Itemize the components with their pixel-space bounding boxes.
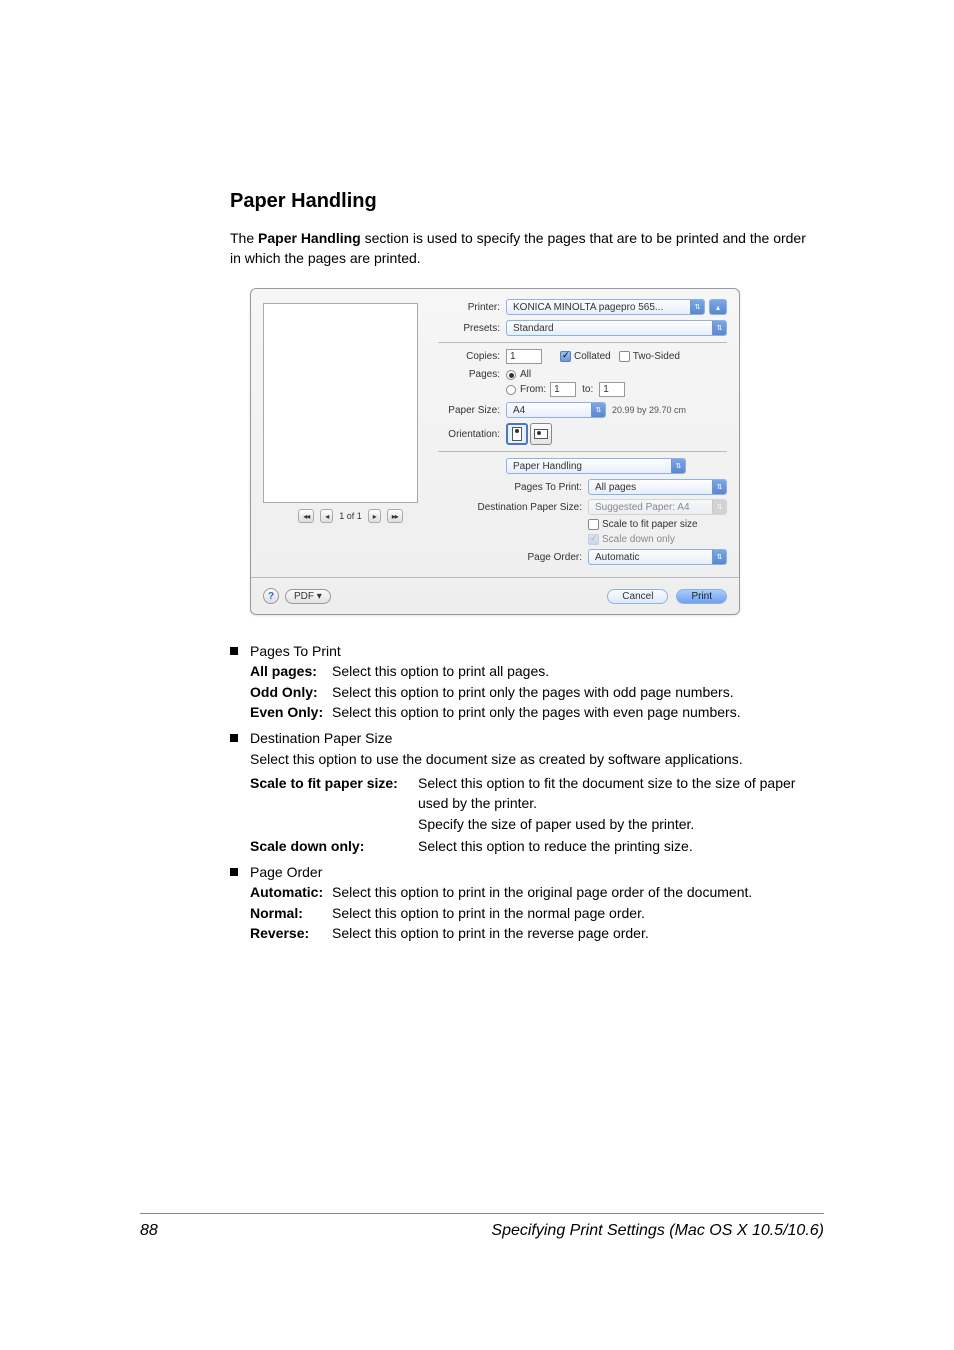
allpages-desc: Select this option to print all pages. (332, 661, 814, 681)
nav-first-button[interactable]: ◂◂ (298, 509, 314, 523)
ptp-title: Pages To Print (250, 641, 814, 661)
printer-status-button[interactable]: ▴ (709, 299, 727, 315)
printer-select[interactable]: KONICA MINOLTA pagepro 565...⇅ (506, 299, 705, 315)
orientation-portrait-button[interactable] (506, 423, 528, 445)
pane-select[interactable]: Paper Handling⇅ (506, 458, 686, 474)
presets-label: Presets: (438, 323, 506, 334)
orientation-label: Orientation: (438, 429, 506, 440)
papersize-select[interactable]: A4⇅ (506, 402, 606, 418)
printer-label: Printer: (438, 302, 506, 313)
bullet-icon (230, 734, 238, 742)
pages-to-print-label: Pages To Print: (462, 482, 588, 493)
reverse-term: Reverse: (250, 923, 332, 943)
bullet-icon (230, 647, 238, 655)
scaledown-term: Scale down only: (250, 836, 418, 856)
pdf-menu-button[interactable]: PDF ▾ (285, 589, 331, 604)
pages-label: Pages: (438, 369, 506, 380)
scalefit-desc: Select this option to fit the document s… (418, 773, 814, 814)
collated-checkbox[interactable]: Collated (560, 351, 611, 362)
scale-to-fit-checkbox[interactable]: Scale to fit paper size (588, 519, 698, 530)
from-input[interactable]: 1 (550, 382, 576, 397)
oddonly-term: Odd Only: (250, 682, 332, 702)
reverse-desc: Select this option to print in the rever… (332, 923, 814, 943)
copies-label: Copies: (438, 351, 506, 362)
evenonly-term: Even Only: (250, 702, 332, 722)
print-dialog: ◂◂ ◂ 1 of 1 ▸ ▸▸ Printer: KONICA MINOLTA… (250, 288, 740, 615)
page-number: 88 (140, 1222, 158, 1240)
po-title: Page Order (250, 862, 814, 882)
allpages-term: All pages: (250, 661, 332, 681)
scalefit-term: Scale to fit paper size: (250, 773, 418, 814)
to-input[interactable]: 1 (599, 382, 625, 397)
page-preview (263, 303, 418, 503)
papersize-dims: 20.99 by 29.70 cm (612, 405, 686, 415)
footer-title: Specifying Print Settings (Mac OS X 10.5… (158, 1222, 824, 1240)
orientation-landscape-button[interactable] (530, 423, 552, 445)
scalefit-note: Specify the size of paper used by the pr… (418, 814, 814, 834)
copies-input[interactable]: 1 (506, 349, 542, 364)
nav-prev-button[interactable]: ◂ (320, 509, 333, 523)
normal-desc: Select this option to print in the norma… (332, 903, 814, 923)
nav-next-button[interactable]: ▸ (368, 509, 381, 523)
cancel-button[interactable]: Cancel (607, 589, 668, 604)
pages-to-print-select[interactable]: All pages⇅ (588, 479, 727, 495)
evenonly-desc: Select this option to print only the pag… (332, 702, 814, 722)
papersize-label: Paper Size: (438, 405, 506, 416)
oddonly-desc: Select this option to print only the pag… (332, 682, 814, 702)
normal-term: Normal: (250, 903, 332, 923)
dest-papersize-select: Suggested Paper: A4⇅ (588, 499, 727, 515)
dest-papersize-label: Destination Paper Size: (462, 502, 588, 513)
pages-from-radio[interactable] (506, 385, 516, 395)
dps-title: Destination Paper Size (250, 728, 814, 748)
nav-counter: 1 of 1 (339, 511, 362, 521)
pages-all-radio[interactable] (506, 370, 516, 380)
to-label: to: (582, 384, 593, 395)
automatic-term: Automatic: (250, 882, 332, 902)
page-order-select[interactable]: Automatic⇅ (588, 549, 727, 565)
page-order-label: Page Order: (462, 552, 588, 563)
dps-intro: Select this option to use the document s… (250, 749, 814, 769)
help-button[interactable]: ? (263, 588, 279, 604)
section-heading: Paper Handling (230, 190, 814, 213)
automatic-desc: Select this option to print in the origi… (332, 882, 814, 902)
pages-all-label: All (520, 369, 531, 380)
section-intro: The Paper Handling section is used to sp… (230, 229, 814, 268)
print-button[interactable]: Print (676, 589, 727, 604)
bullet-icon (230, 868, 238, 876)
twosided-checkbox[interactable]: Two-Sided (619, 351, 680, 362)
nav-last-button[interactable]: ▸▸ (387, 509, 403, 523)
pages-from-label: From: (520, 384, 546, 395)
scaledown-desc: Select this option to reduce the printin… (418, 836, 814, 856)
scale-down-only-checkbox: Scale down only (588, 534, 675, 545)
presets-select[interactable]: Standard⇅ (506, 320, 727, 336)
